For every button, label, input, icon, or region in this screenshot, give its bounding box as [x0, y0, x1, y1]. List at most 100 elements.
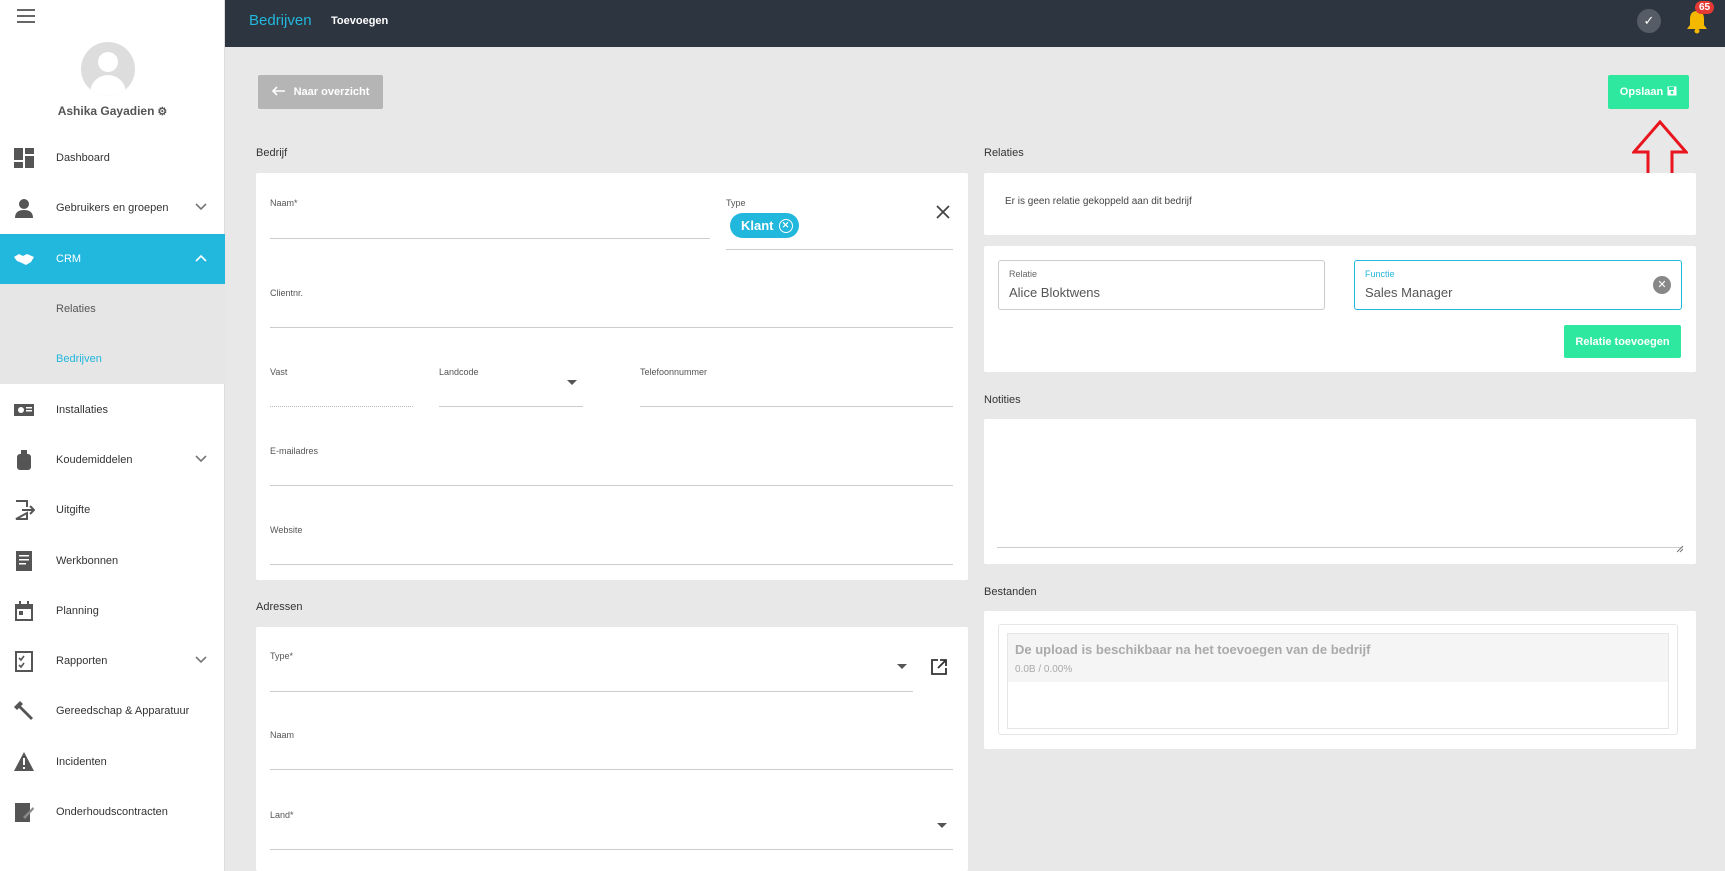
telefoon-label: Telefoonnummer	[640, 367, 708, 377]
naam-label: Naam*	[270, 198, 298, 208]
sidebar-item-incidenten[interactable]: Incidenten	[0, 737, 225, 787]
back-button[interactable]: Naar overzicht	[258, 75, 383, 109]
notities-title: Notities	[984, 394, 1021, 406]
chevron-down-icon	[195, 454, 207, 466]
functie-value: Sales Manager	[1365, 285, 1453, 300]
sidebar-item-uitgifte[interactable]: Uitgifte	[0, 485, 225, 535]
land-label: Land*	[270, 810, 294, 820]
sidebar-item-dashboard[interactable]: Dashboard	[0, 133, 225, 183]
sidebar-item-gereedschap[interactable]: Gereedschap & Apparatuur	[0, 686, 225, 736]
sidebar-item-planning[interactable]: Planning	[0, 586, 225, 636]
naam-input[interactable]	[270, 238, 710, 239]
vast-label: Vast	[270, 367, 288, 377]
resize-handle-icon[interactable]	[1676, 540, 1684, 558]
chip-remove-icon[interactable]: ✕	[778, 218, 793, 233]
relatie-field[interactable]: Relatie Alice Bloktwens	[998, 260, 1325, 310]
type-chip-label: Klant	[741, 218, 774, 233]
relatie-value: Alice Bloktwens	[1009, 285, 1101, 300]
dashboard-icon	[13, 147, 35, 169]
telefoon-input[interactable]	[640, 406, 953, 407]
sidebar-item-label: Koudemiddelen	[56, 453, 133, 466]
landcode-select[interactable]	[439, 406, 583, 407]
adressen-card	[256, 627, 968, 871]
type-chip[interactable]: Klant ✕	[730, 213, 799, 238]
sidebar-item-installaties[interactable]: Installaties	[0, 384, 225, 434]
sidebar-item-label: Onderhoudscontracten	[56, 806, 168, 818]
website-label: Website	[270, 525, 303, 535]
sidebar-item-bedrijven[interactable]: Bedrijven	[0, 334, 225, 385]
caret-down-icon[interactable]	[937, 823, 947, 828]
sidebar-item-relaties[interactable]: Relaties	[0, 283, 225, 335]
land-select[interactable]	[270, 849, 953, 850]
relaties-empty-card: Er is geen relatie gekoppeld aan dit bed…	[984, 173, 1696, 235]
caret-down-icon[interactable]	[897, 664, 907, 669]
upload-status: De upload is beschikbaar na het toevoege…	[1008, 634, 1668, 682]
relaties-empty-text: Er is geen relatie gekoppeld aan dit bed…	[1005, 196, 1192, 207]
wrench-icon	[13, 700, 35, 722]
sidebar: Ashika Gayadien ⚙ Dashboard Gebruikers en…	[0, 0, 225, 871]
floppy-icon	[1667, 86, 1677, 99]
sidebar-item-label: Rapporten	[56, 655, 108, 668]
sidebar-item-label: Bedrijven	[56, 353, 102, 366]
close-icon[interactable]	[935, 204, 951, 225]
save-button[interactable]: Opslaan	[1608, 75, 1689, 109]
bedrijf-title: Bedrijf	[256, 147, 288, 159]
sidebar-item-rapporten[interactable]: Rapporten	[0, 636, 225, 686]
menu-icon[interactable]	[17, 9, 35, 23]
vast-input[interactable]	[270, 406, 413, 407]
sidebar-item-label: Relaties	[56, 303, 96, 316]
clear-icon[interactable]: ✕	[1653, 276, 1671, 294]
sidebar-item-crm[interactable]: CRM	[0, 233, 225, 284]
sidebar-item-werkbonnen[interactable]: Werkbonnen	[0, 535, 225, 585]
user-icon	[13, 197, 35, 219]
top-bar: Bedrijven Toevoegen ✓ 65	[225, 0, 1725, 47]
arrow-left-icon	[271, 85, 286, 99]
adres-naam-input[interactable]	[270, 769, 953, 770]
relatie-toevoegen-button[interactable]: Relatie toevoegen	[1564, 325, 1681, 358]
notities-card	[984, 419, 1696, 564]
email-input[interactable]	[270, 485, 953, 486]
exit-icon	[13, 499, 35, 521]
type-input[interactable]	[726, 249, 953, 250]
landcode-label: Landcode	[439, 367, 479, 377]
adres-type-label: Type*	[270, 651, 294, 661]
notification-badge: 65	[1695, 1, 1715, 14]
report-icon	[13, 650, 35, 673]
external-link-icon[interactable]	[930, 658, 948, 681]
chevron-down-icon	[195, 655, 207, 667]
bestanden-title: Bestanden	[984, 586, 1037, 598]
notities-textarea[interactable]	[997, 431, 1683, 548]
avatar[interactable]	[81, 42, 135, 96]
upload-area: De upload is beschikbaar na het toevoege…	[998, 624, 1678, 735]
gear-icon[interactable]: ⚙	[157, 106, 167, 118]
sidebar-item-onderhoudscontracten[interactable]: Onderhoudscontracten	[0, 787, 225, 837]
sidebar-item-label: Uitgifte	[56, 504, 91, 517]
upload-progress: 0.0B / 0.00%	[1015, 664, 1073, 675]
website-input[interactable]	[270, 564, 953, 565]
sidebar-item-gebruikers[interactable]: Gebruikers en groepen	[0, 183, 225, 233]
chevron-down-icon	[195, 202, 207, 214]
sidebar-item-koudemiddelen[interactable]: Koudemiddelen	[0, 435, 225, 485]
gas-cylinder-icon	[13, 449, 35, 471]
relatie-toevoegen-label: Relatie toevoegen	[1575, 335, 1670, 348]
type-label: Type	[726, 198, 746, 208]
user-name[interactable]: Ashika Gayadien ⚙	[0, 104, 225, 118]
sidebar-item-label: Dashboard	[56, 152, 110, 165]
sidebar-item-label: Gereedschap & Apparatuur	[56, 705, 190, 718]
clientnr-input[interactable]	[270, 327, 953, 328]
adres-type-select[interactable]	[270, 691, 913, 692]
sidebar-item-label: CRM	[56, 252, 82, 265]
check-icon[interactable]: ✓	[1637, 9, 1661, 33]
functie-label: Functie	[1365, 269, 1395, 279]
document-icon	[13, 550, 35, 572]
sidebar-item-label: Gebruikers en groepen	[56, 202, 169, 215]
email-label: E-mailadres	[270, 446, 319, 456]
breadcrumb-section[interactable]: Bedrijven	[249, 12, 312, 29]
save-button-label: Opslaan	[1619, 86, 1664, 98]
functie-field[interactable]: Functie Sales Manager ✕	[1354, 260, 1682, 310]
warning-icon	[13, 751, 35, 773]
relatie-label: Relatie	[1009, 269, 1038, 279]
sidebar-item-label: Planning	[56, 604, 99, 617]
breadcrumb-page: Toevoegen	[331, 15, 389, 27]
caret-down-icon[interactable]	[567, 380, 577, 385]
